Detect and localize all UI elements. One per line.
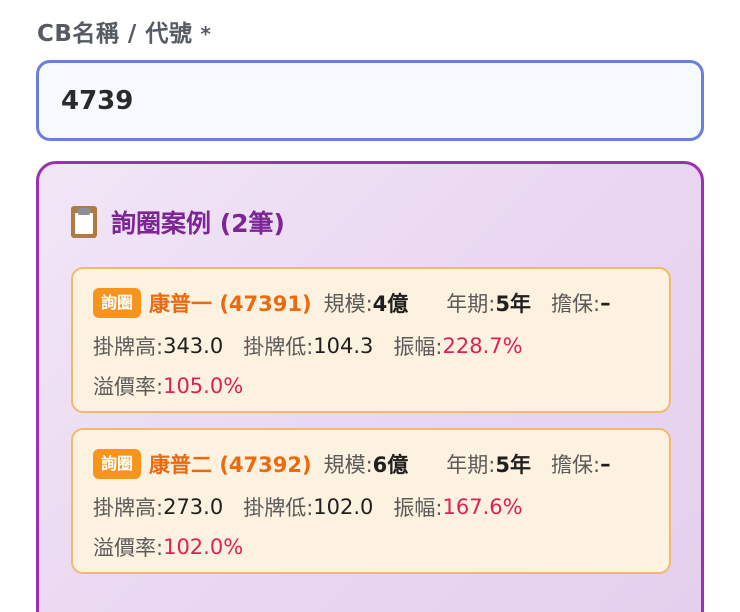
scale-value: 4億: [372, 292, 409, 316]
amplitude-label: 振幅:: [393, 335, 443, 359]
required-mark: *: [200, 22, 212, 46]
premium-label: 溢價率:: [93, 536, 164, 560]
low-value: 102.0: [313, 495, 374, 519]
guarantee-label: 擔保:: [551, 453, 601, 477]
high-value: 273.0: [163, 495, 224, 519]
term-label: 年期:: [446, 453, 496, 477]
case-header-row: 詢圈 康普二 (47392) 規模: 6億 年期: 5年 擔保: –: [93, 449, 611, 479]
low-label: 掛牌低:: [243, 335, 314, 359]
inquiry-cases-panel: 詢圈案例 (2筆) 詢圈 康普一 (47391) 規模: 4億 年期: 5年 擔保:…: [36, 161, 704, 612]
scale-value: 6億: [372, 453, 409, 477]
guarantee-value: –: [600, 452, 611, 476]
premium-row: 溢價率: 102.0%: [93, 532, 243, 562]
amplitude-value: 167.6%: [442, 495, 523, 519]
cb-search-input[interactable]: [36, 60, 704, 141]
premium-value: 105.0%: [163, 374, 244, 398]
price-row: 掛牌高: 273.0 掛牌低: 102.0 振幅: 167.6%: [93, 492, 523, 522]
amplitude-value: 228.7%: [442, 334, 523, 358]
inquiry-badge: 詢圈: [93, 449, 142, 479]
bond-name: 康普二 (47392): [149, 453, 312, 477]
case-card[interactable]: 詢圈 康普一 (47391) 規模: 4億 年期: 5年 擔保: – 掛牌高: 343.…: [71, 267, 671, 413]
panel-title: 詢圈案例 (2筆): [111, 209, 285, 238]
term-value: 5年: [495, 292, 531, 316]
guarantee-value: –: [600, 291, 611, 315]
scale-label: 規模:: [323, 453, 373, 477]
scale-label: 規模:: [323, 292, 373, 316]
clipboard-icon: [71, 206, 97, 238]
cb-field-label-text: CB名稱 / 代號: [37, 21, 193, 47]
bond-name: 康普一 (47391): [149, 292, 312, 316]
inquiry-badge: 詢圈: [93, 288, 142, 318]
term-label: 年期:: [446, 292, 496, 316]
high-value: 343.0: [163, 334, 224, 358]
low-label: 掛牌低:: [243, 496, 314, 520]
guarantee-label: 擔保:: [551, 292, 601, 316]
price-row: 掛牌高: 343.0 掛牌低: 104.3 振幅: 228.7%: [93, 331, 523, 361]
premium-value: 102.0%: [163, 535, 244, 559]
panel-header: 詢圈案例 (2筆): [71, 204, 285, 240]
case-header-row: 詢圈 康普一 (47391) 規模: 4億 年期: 5年 擔保: –: [93, 288, 611, 318]
high-label: 掛牌高:: [93, 496, 164, 520]
cb-field-label: CB名稱 / 代號 *: [37, 14, 211, 48]
amplitude-label: 振幅:: [393, 496, 443, 520]
low-value: 104.3: [313, 334, 374, 358]
case-card[interactable]: 詢圈 康普二 (47392) 規模: 6億 年期: 5年 擔保: – 掛牌高: 273.…: [71, 428, 671, 574]
term-value: 5年: [495, 453, 531, 477]
premium-label: 溢價率:: [93, 375, 164, 399]
high-label: 掛牌高:: [93, 335, 164, 359]
premium-row: 溢價率: 105.0%: [93, 371, 243, 401]
